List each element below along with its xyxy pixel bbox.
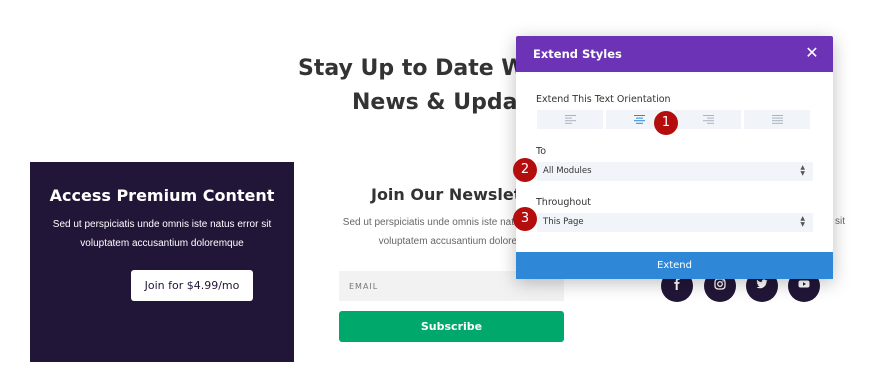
align-justify-button[interactable] [744, 110, 810, 129]
align-right-button[interactable] [675, 110, 741, 129]
extend-styles-modal: Extend Styles ✕ Extend This Text Orienta… [516, 36, 833, 279]
premium-card: Access Premium Content Sed ut perspiciat… [30, 162, 294, 362]
step-badge-1: 1 [654, 111, 678, 135]
align-center-icon [633, 115, 645, 124]
extend-button[interactable]: Extend [516, 252, 833, 279]
align-justify-icon [771, 115, 783, 124]
throughout-label: Throughout [536, 197, 591, 208]
throughout-select[interactable]: This Page ▲ ▼ [537, 213, 813, 232]
modal-title: Extend Styles [533, 47, 622, 61]
step-badge-3: 3 [513, 207, 537, 231]
throughout-select-value: This Page [543, 217, 584, 227]
orientation-label: Extend This Text Orientation [536, 94, 671, 105]
twitter-icon [756, 277, 768, 295]
step-badge-2: 2 [513, 158, 537, 182]
to-select-value: All Modules [543, 166, 592, 176]
to-label: To [536, 146, 547, 157]
align-right-icon [702, 115, 714, 124]
align-left-button[interactable] [537, 110, 603, 129]
join-button[interactable]: Join for $4.99/mo [131, 270, 253, 301]
to-select[interactable]: All Modules ▲ ▼ [537, 162, 813, 181]
close-icon[interactable]: ✕ [803, 44, 821, 62]
premium-text: Sed ut perspiciatis unde omnis iste natu… [52, 219, 272, 249]
right-column-text: sit [835, 216, 845, 227]
subscribe-button[interactable]: Subscribe [339, 311, 564, 342]
facebook-icon [671, 277, 683, 295]
select-arrows-icon: ▲ ▼ [800, 215, 805, 228]
modal-header: Extend Styles ✕ [516, 36, 833, 72]
align-left-icon [564, 115, 576, 124]
premium-title: Access Premium Content [49, 186, 275, 205]
select-arrows-icon: ▲ ▼ [800, 164, 805, 177]
instagram-icon [714, 277, 726, 295]
youtube-icon [798, 277, 810, 295]
